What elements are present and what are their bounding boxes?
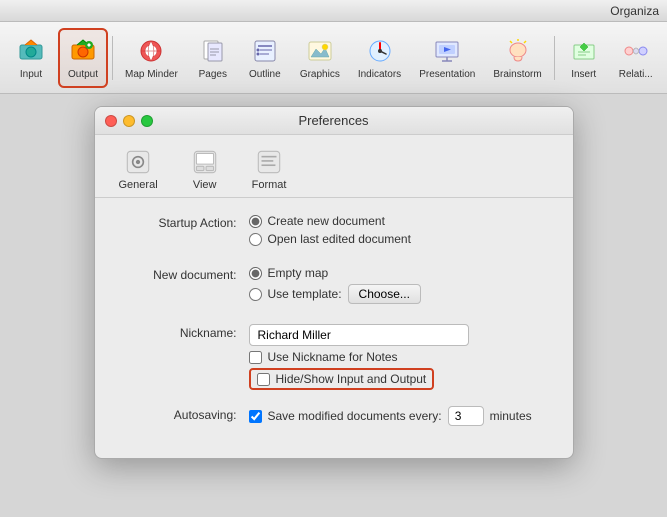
startup-radio-create[interactable] — [249, 215, 262, 228]
startup-open-label: Open last edited document — [268, 232, 411, 246]
new-doc-option-empty: Empty map — [249, 266, 421, 280]
hide-show-checkbox[interactable] — [257, 373, 270, 386]
preferences-dialog: Preferences General Vi — [94, 106, 574, 459]
dialog-tab-bar: General View For — [95, 135, 573, 198]
new-doc-radio-template[interactable] — [249, 288, 262, 301]
presentation-icon — [431, 35, 463, 67]
relations-icon — [620, 35, 652, 67]
dialog-title: Preferences — [298, 113, 368, 128]
nickname-controls: Use Nickname for Notes Hide/Show Input a… — [249, 324, 469, 390]
toolbar-item-map-minder[interactable]: Map Minder — [117, 28, 186, 88]
toolbar-item-map-minder-label: Map Minder — [125, 69, 178, 80]
tab-format[interactable]: Format — [244, 143, 295, 197]
toolbar-item-input[interactable]: Input — [6, 28, 56, 88]
autosave-checkbox-label: Save modified documents every: — [268, 409, 442, 423]
maximize-button[interactable] — [141, 115, 153, 127]
map-minder-icon — [135, 35, 167, 67]
toolbar-item-graphics[interactable]: Graphics — [292, 28, 348, 88]
toolbar-item-insert[interactable]: Insert — [559, 28, 609, 88]
toolbar-item-outline[interactable]: Outline — [240, 28, 290, 88]
toolbar-item-insert-label: Insert — [571, 69, 596, 80]
startup-option-create: Create new document — [249, 214, 411, 228]
general-icon — [123, 147, 153, 177]
dialog-content: Startup Action: Create new document Open… — [95, 198, 573, 458]
window-controls — [105, 115, 153, 127]
startup-action-row: Startup Action: Create new document Open… — [119, 214, 549, 246]
graphics-icon — [304, 35, 336, 67]
nickname-label: Nickname: — [119, 324, 249, 340]
indicators-icon — [364, 35, 396, 67]
toolbar-item-pages-label: Pages — [199, 69, 227, 80]
format-icon — [254, 147, 284, 177]
toolbar-item-outline-label: Outline — [249, 69, 281, 80]
tab-general-label: General — [119, 179, 158, 191]
toolbar-item-brainstorm[interactable]: Brainstorm — [485, 28, 549, 88]
toolbar-item-input-label: Input — [20, 69, 42, 80]
close-button[interactable] — [105, 115, 117, 127]
separator-2 — [554, 36, 555, 80]
toolbar-item-pages[interactable]: Pages — [188, 28, 238, 88]
hide-show-row: Hide/Show Input and Output — [249, 368, 469, 390]
tab-view[interactable]: View — [182, 143, 228, 197]
dialog-titlebar: Preferences — [95, 107, 573, 135]
hide-show-label: Hide/Show Input and Output — [276, 372, 427, 386]
use-nickname-checkbox[interactable] — [249, 351, 262, 364]
new-doc-radio-empty[interactable] — [249, 267, 262, 280]
toolbar-item-presentation-label: Presentation — [419, 69, 475, 80]
view-icon — [190, 147, 220, 177]
autosave-checkbox[interactable] — [249, 410, 262, 423]
use-nickname-label: Use Nickname for Notes — [268, 350, 398, 364]
outline-icon — [249, 35, 281, 67]
toolbar-item-output[interactable]: Output — [58, 28, 108, 88]
autosaving-row: Autosaving: Save modified documents ever… — [119, 406, 549, 426]
toolbar-item-presentation[interactable]: Presentation — [411, 28, 483, 88]
new-doc-option-template: Use template: Choose... — [249, 284, 421, 304]
tab-general[interactable]: General — [111, 143, 166, 197]
tab-format-label: Format — [252, 179, 287, 191]
nickname-input[interactable] — [249, 324, 469, 346]
startup-action-controls: Create new document Open last edited doc… — [249, 214, 411, 246]
title-bar: Organiza — [0, 0, 667, 22]
startup-radio-open[interactable] — [249, 233, 262, 246]
toolbar-item-graphics-label: Graphics — [300, 69, 340, 80]
choose-template-button[interactable]: Choose... — [348, 284, 421, 304]
toolbar-item-indicators[interactable]: Indicators — [350, 28, 409, 88]
startup-action-label: Startup Action: — [119, 214, 249, 230]
insert-icon — [568, 35, 600, 67]
autosaving-label: Autosaving: — [119, 406, 249, 422]
startup-option-open: Open last edited document — [249, 232, 411, 246]
autosaving-controls: Save modified documents every: minutes — [249, 406, 532, 426]
use-nickname-row: Use Nickname for Notes — [249, 350, 469, 364]
toolbar-item-indicators-label: Indicators — [358, 69, 401, 80]
separator-1 — [112, 36, 113, 80]
output-icon — [67, 35, 99, 67]
autosave-minutes-input[interactable] — [448, 406, 484, 426]
tab-view-label: View — [193, 179, 217, 191]
main-toolbar: Input Output Map Minder — [0, 22, 667, 94]
brainstorm-icon — [502, 35, 534, 67]
toolbar-item-output-label: Output — [68, 69, 98, 80]
input-icon — [15, 35, 47, 67]
new-document-label: New document: — [119, 266, 249, 282]
pages-icon — [197, 35, 229, 67]
autosave-content-row: Save modified documents every: minutes — [249, 406, 532, 426]
toolbar-item-relations-label: Relati... — [619, 69, 653, 80]
toolbar-item-brainstorm-label: Brainstorm — [493, 69, 541, 80]
new-doc-template-label: Use template: — [268, 287, 342, 301]
new-doc-empty-label: Empty map — [268, 266, 329, 280]
app-title: Organiza — [610, 4, 659, 18]
new-document-row: New document: Empty map Use template: Ch… — [119, 266, 549, 304]
toolbar-item-relations[interactable]: Relati... — [611, 28, 661, 88]
autosave-minutes-label: minutes — [490, 409, 532, 423]
hide-show-highlight: Hide/Show Input and Output — [249, 368, 435, 390]
startup-create-label: Create new document — [268, 214, 385, 228]
new-document-controls: Empty map Use template: Choose... — [249, 266, 421, 304]
minimize-button[interactable] — [123, 115, 135, 127]
nickname-row: Nickname: Use Nickname for Notes Hide/Sh… — [119, 324, 549, 390]
